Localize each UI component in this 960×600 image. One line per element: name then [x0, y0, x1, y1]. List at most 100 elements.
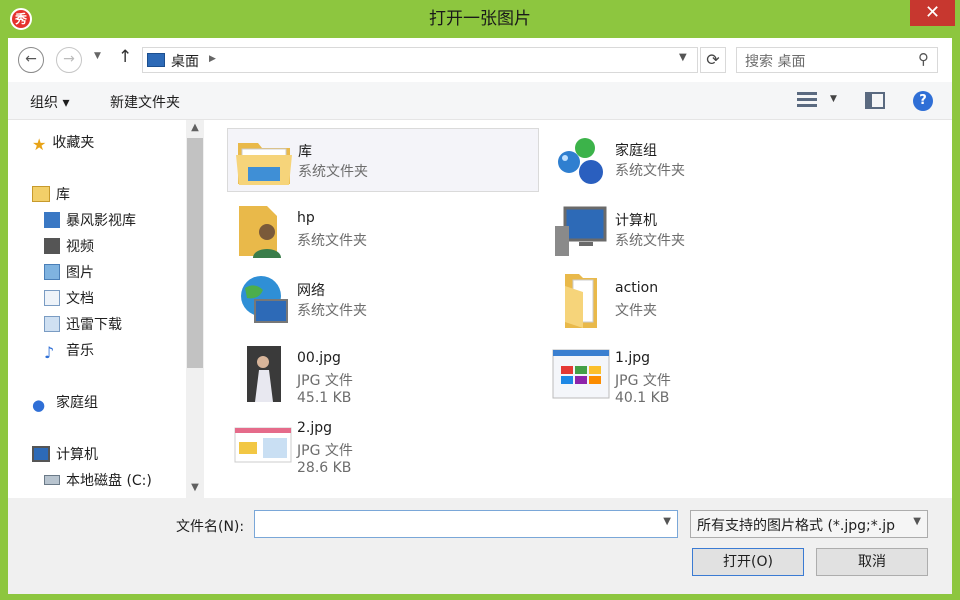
- list-item-hp[interactable]: hp 系统文件夹: [227, 198, 539, 262]
- scroll-up-icon[interactable]: ▲: [186, 122, 204, 133]
- sidebar-item-label: 视频: [66, 239, 94, 255]
- search-icon[interactable]: ⚲: [918, 50, 929, 68]
- item-size: 45.1 KB: [297, 390, 352, 406]
- sidebar-item-label: 图片: [66, 265, 94, 281]
- sidebar-item-documents[interactable]: 文档: [44, 288, 94, 310]
- filename-input[interactable]: ▼: [254, 510, 678, 538]
- address-location[interactable]: 桌面: [171, 51, 199, 71]
- star-icon: ★: [32, 135, 47, 154]
- item-name: 库: [298, 144, 312, 160]
- sidebar-item-libraries[interactable]: 库: [32, 184, 70, 206]
- sidebar-item-computer[interactable]: 计算机: [32, 444, 98, 466]
- address-dropdown-icon[interactable]: ▼: [679, 52, 687, 63]
- title-bar[interactable]: 秀 打开一张图片 ✕: [0, 0, 960, 38]
- file-open-dialog: 秀 打开一张图片 ✕ ← → ▼ ↑ 桌面 ▶ ▼ ⟳ 搜索 桌面 ⚲ 组织 ▾: [0, 0, 960, 600]
- document-icon: [44, 290, 60, 306]
- new-folder-button[interactable]: 新建文件夹: [110, 92, 180, 112]
- cancel-button[interactable]: 取消: [816, 548, 928, 576]
- picture-icon: [44, 264, 60, 280]
- video-library-icon: [44, 212, 60, 228]
- item-type: JPG 文件: [615, 373, 671, 389]
- list-item-network[interactable]: 网络 系统文件夹: [227, 268, 539, 332]
- disk-drive-icon: [44, 475, 60, 485]
- item-size: 40.1 KB: [615, 390, 670, 406]
- help-icon[interactable]: ?: [913, 91, 933, 111]
- filename-dropdown-icon[interactable]: ▼: [663, 516, 671, 527]
- navigation-bar: ← → ▼ ↑ 桌面 ▶ ▼ ⟳ 搜索 桌面 ⚲: [8, 38, 952, 82]
- file-type-filter[interactable]: 所有支持的图片格式 (*.jpg;*.jp ▼: [690, 510, 928, 538]
- close-button[interactable]: ✕: [910, 0, 955, 26]
- sidebar-item-label: 迅雷下载: [66, 317, 122, 333]
- sidebar-item-music[interactable]: ♪ 音乐: [44, 340, 94, 362]
- sidebar-item-label: 音乐: [66, 343, 94, 359]
- sidebar-item-label: 文档: [66, 291, 94, 307]
- item-name: 网络: [297, 283, 325, 299]
- music-note-icon: ♪: [44, 343, 55, 362]
- scrollbar-thumb[interactable]: [187, 138, 203, 368]
- refresh-button[interactable]: ⟳: [700, 47, 726, 73]
- folder-icon: [565, 274, 597, 328]
- photo-thumbnail-icon: [247, 346, 281, 402]
- navigation-pane: ★ 收藏夹 库 暴风影视库 视频 图片 文档 迅雷下载 ♪ 音乐 ● 家庭组 计…: [8, 120, 188, 498]
- sidebar-item-label: 计算机: [56, 447, 98, 463]
- library-folder-icon: [236, 143, 292, 185]
- network-icon: [241, 276, 288, 323]
- address-bar[interactable]: 桌面 ▶ ▼: [142, 47, 698, 73]
- computer-icon: [555, 206, 607, 256]
- item-name: 00.jpg: [297, 350, 341, 366]
- list-item-2-jpg[interactable]: 2.jpg JPG 文件 28.6 KB: [227, 408, 539, 492]
- item-type: 系统文件夹: [615, 163, 685, 179]
- item-name: 家庭组: [615, 143, 657, 159]
- list-item-1-jpg[interactable]: 1.jpg JPG 文件 40.1 KB: [545, 338, 857, 422]
- view-options-icon[interactable]: [797, 92, 817, 108]
- forward-button[interactable]: →: [56, 47, 82, 73]
- sidebar-item-label: 收藏夹: [52, 135, 95, 151]
- breadcrumb-chevron-icon[interactable]: ▶: [209, 54, 216, 64]
- sidebar-item-label: 家庭组: [56, 395, 98, 411]
- sidebar-item-favorites[interactable]: ★ 收藏夹: [32, 132, 94, 154]
- sidebar-item-local-disk[interactable]: 本地磁盘 (C:): [44, 470, 152, 492]
- item-type: JPG 文件: [297, 373, 353, 389]
- web-thumbnail-icon: [234, 427, 292, 463]
- view-dropdown-icon[interactable]: ▼: [830, 94, 837, 104]
- sidebar-item-videos[interactable]: 视频: [44, 236, 94, 258]
- film-icon: [44, 238, 60, 254]
- up-level-button[interactable]: ↑: [118, 47, 132, 67]
- filename-label: 文件名(N):: [176, 519, 245, 535]
- screenshot-thumbnail-icon: [552, 349, 610, 399]
- download-folder-icon: [44, 316, 60, 332]
- item-type: 系统文件夹: [297, 233, 367, 249]
- open-button[interactable]: 打开(O): [692, 548, 804, 576]
- homegroup-icon: [558, 138, 603, 184]
- sidebar-item-thunder-downloads[interactable]: 迅雷下载: [44, 314, 122, 336]
- item-type: 文件夹: [615, 303, 657, 319]
- list-item-computer[interactable]: 计算机 系统文件夹: [545, 198, 857, 262]
- sidebar-item-label: 本地磁盘 (C:): [66, 473, 152, 489]
- item-type: JPG 文件: [297, 443, 353, 459]
- back-button[interactable]: ←: [18, 47, 44, 73]
- search-input[interactable]: 搜索 桌面 ⚲: [736, 47, 938, 73]
- list-item-action-folder[interactable]: action 文件夹: [545, 268, 857, 332]
- list-item-library[interactable]: 库 系统文件夹: [227, 128, 539, 192]
- navigation-pane-scrollbar[interactable]: ▲ ▼: [186, 120, 204, 498]
- recent-locations-dropdown-icon[interactable]: ▼: [94, 51, 101, 61]
- sidebar-item-homegroup[interactable]: ● 家庭组: [32, 392, 98, 414]
- user-folder-icon: [239, 206, 281, 258]
- filter-value: 所有支持的图片格式 (*.jpg;*.jp: [697, 518, 895, 534]
- item-name: action: [615, 280, 659, 296]
- list-item-homegroup[interactable]: 家庭组 系统文件夹: [545, 128, 857, 192]
- item-name: 1.jpg: [615, 350, 651, 366]
- organize-button[interactable]: 组织 ▾: [30, 92, 69, 112]
- scroll-down-icon[interactable]: ▼: [186, 482, 204, 493]
- command-bar: 组织 ▾ 新建文件夹 ▼ ?: [8, 82, 952, 120]
- item-type: 系统文件夹: [615, 233, 685, 249]
- sidebar-item-pictures[interactable]: 图片: [44, 262, 94, 284]
- library-folder-icon: [32, 186, 50, 202]
- item-type: 系统文件夹: [297, 303, 367, 319]
- file-list: 库 系统文件夹 家庭组 系统文件夹 hp 系统文件夹 计算机 系统文件夹 网络 …: [204, 120, 952, 498]
- search-placeholder: 搜索 桌面: [745, 54, 806, 70]
- sidebar-item-baofeng[interactable]: 暴风影视库: [44, 210, 136, 232]
- filter-dropdown-icon[interactable]: ▼: [913, 516, 921, 527]
- preview-pane-icon[interactable]: [865, 92, 885, 109]
- dialog-title: 打开一张图片: [429, 9, 531, 29]
